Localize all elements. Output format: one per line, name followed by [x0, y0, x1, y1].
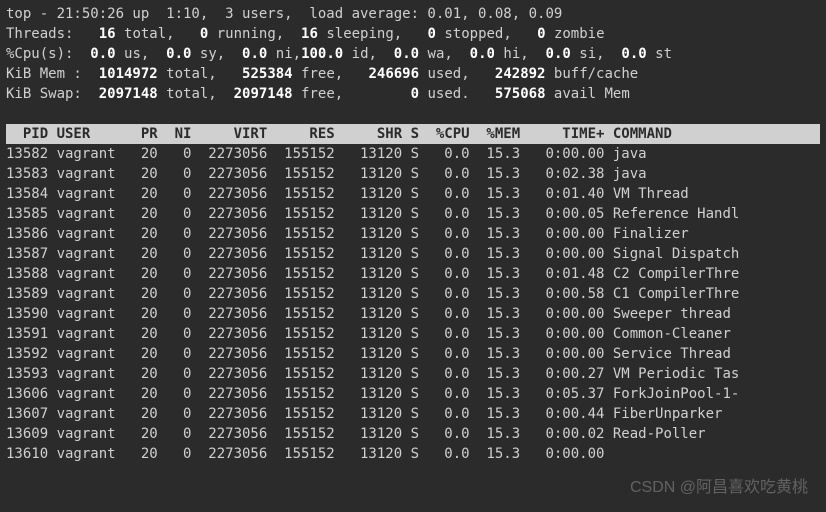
process-row[interactable]: 13591 vagrant 20 0 2273056 155152 13120 … [6, 324, 820, 344]
process-row[interactable]: 13584 vagrant 20 0 2273056 155152 13120 … [6, 184, 820, 204]
process-row[interactable]: 13586 vagrant 20 0 2273056 155152 13120 … [6, 224, 820, 244]
process-list: 13582 vagrant 20 0 2273056 155152 13120 … [6, 144, 820, 464]
watermark-text: CSDN @阿昌喜欢吃黄桃 [630, 478, 808, 498]
process-row[interactable]: 13585 vagrant 20 0 2273056 155152 13120 … [6, 204, 820, 224]
process-row[interactable]: 13606 vagrant 20 0 2273056 155152 13120 … [6, 384, 820, 404]
process-row[interactable]: 13588 vagrant 20 0 2273056 155152 13120 … [6, 264, 820, 284]
process-row[interactable]: 13593 vagrant 20 0 2273056 155152 13120 … [6, 364, 820, 384]
summary-line-threads: Threads: 16 total, 0 running, 16 sleepin… [6, 24, 820, 44]
process-row[interactable]: 13582 vagrant 20 0 2273056 155152 13120 … [6, 144, 820, 164]
summary-line-cpu: %Cpu(s): 0.0 us, 0.0 sy, 0.0 ni,100.0 id… [6, 44, 820, 64]
process-row[interactable]: 13590 vagrant 20 0 2273056 155152 13120 … [6, 304, 820, 324]
top-terminal[interactable]: top - 21:50:26 up 1:10, 3 users, load av… [0, 0, 826, 468]
blank-line [6, 104, 820, 124]
process-row[interactable]: 13583 vagrant 20 0 2273056 155152 13120 … [6, 164, 820, 184]
process-row[interactable]: 13607 vagrant 20 0 2273056 155152 13120 … [6, 404, 820, 424]
summary-line-uptime: top - 21:50:26 up 1:10, 3 users, load av… [6, 4, 820, 24]
column-header[interactable]: PID USER PR NI VIRT RES SHR S %CPU %MEM … [6, 124, 820, 144]
summary-line-mem: KiB Mem : 1014972 total, 525384 free, 24… [6, 64, 820, 84]
process-row[interactable]: 13589 vagrant 20 0 2273056 155152 13120 … [6, 284, 820, 304]
process-row[interactable]: 13609 vagrant 20 0 2273056 155152 13120 … [6, 424, 820, 444]
summary-line-swap: KiB Swap: 2097148 total, 2097148 free, 0… [6, 84, 820, 104]
process-row[interactable]: 13592 vagrant 20 0 2273056 155152 13120 … [6, 344, 820, 364]
process-row[interactable]: 13610 vagrant 20 0 2273056 155152 13120 … [6, 444, 820, 464]
process-row[interactable]: 13587 vagrant 20 0 2273056 155152 13120 … [6, 244, 820, 264]
